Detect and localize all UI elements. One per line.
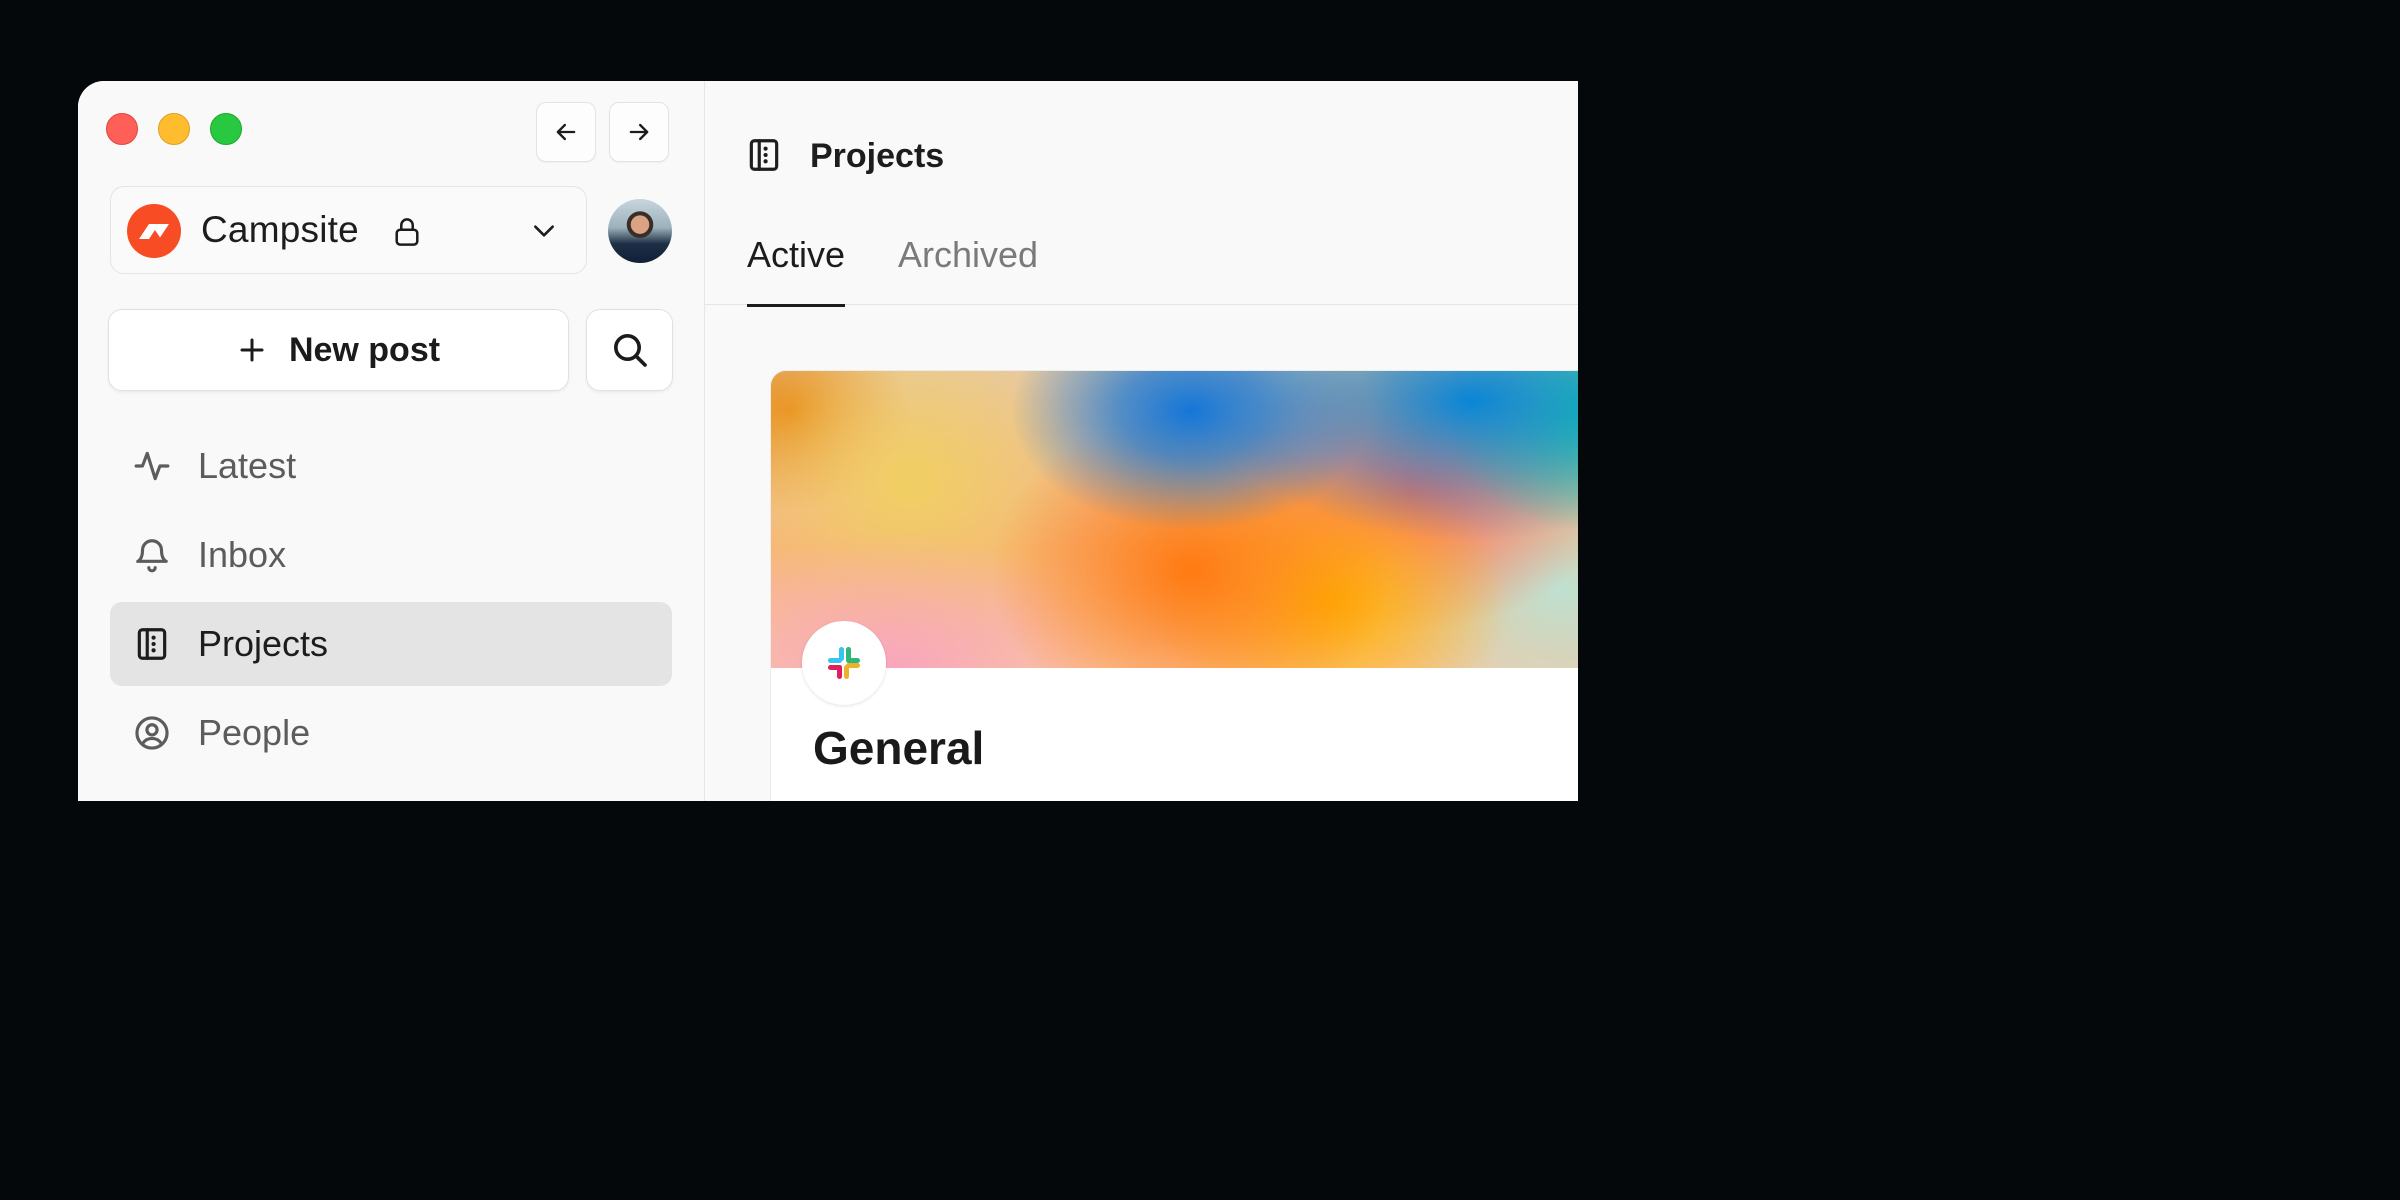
search-button[interactable] <box>586 309 673 391</box>
org-switcher[interactable]: Campsite <box>110 186 587 274</box>
tab-archived[interactable]: Archived <box>898 234 1038 304</box>
search-icon <box>613 334 647 367</box>
bell-icon <box>130 533 174 577</box>
sidebar-item-label: Inbox <box>198 534 287 575</box>
user-circle-icon <box>130 711 174 755</box>
org-name: Campsite <box>201 209 359 250</box>
window-zoom-button[interactable] <box>210 113 242 145</box>
app-window: Campsite New post Latest Inbox Projects … <box>78 81 1578 801</box>
page-title: Projects <box>810 137 945 175</box>
notebook-icon <box>749 139 779 171</box>
plus-icon <box>240 338 264 362</box>
window-minimize-button[interactable] <box>158 113 190 145</box>
window-close-button[interactable] <box>106 113 138 145</box>
project-cover-image <box>771 371 1578 668</box>
user-avatar[interactable] <box>608 199 672 263</box>
sidebar-menu: Latest Inbox Projects People <box>110 424 672 780</box>
chevron-down-icon <box>534 225 554 237</box>
sidebar-item-label: Projects <box>198 623 329 664</box>
new-post-button[interactable]: New post <box>108 309 569 391</box>
activity-icon <box>130 444 174 488</box>
slack-logo-icon <box>802 621 886 705</box>
project-name: General <box>813 722 985 774</box>
arrow-right-icon <box>629 123 649 141</box>
project-card[interactable]: General <box>770 370 1578 801</box>
notebook-icon <box>130 622 174 666</box>
sidebar-item-people[interactable]: People <box>110 691 672 775</box>
back-button[interactable] <box>536 102 596 162</box>
sidebar-item-label: People <box>198 712 311 753</box>
main-content: Projects Active Archived General <box>705 81 1578 801</box>
sidebar-item-latest[interactable]: Latest <box>110 424 672 508</box>
sidebar-item-inbox[interactable]: Inbox <box>110 513 672 597</box>
forward-button[interactable] <box>609 102 669 162</box>
tab-bar: Active Archived <box>705 221 1578 307</box>
new-post-label: New post <box>288 330 441 369</box>
campsite-logo-icon <box>127 204 181 258</box>
sidebar-item-label: Latest <box>198 445 297 486</box>
tab-active[interactable]: Active <box>747 234 846 307</box>
lock-icon <box>395 218 419 246</box>
sidebar-item-projects[interactable]: Projects <box>110 602 672 686</box>
sidebar: Campsite New post Latest Inbox Projects … <box>78 81 705 801</box>
arrow-left-icon <box>556 123 576 141</box>
